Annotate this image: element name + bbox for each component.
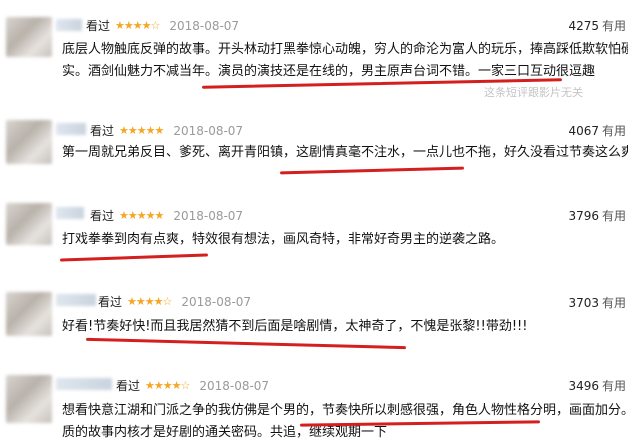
watched-label: 看过 xyxy=(86,19,111,33)
review-line: 底层人物触底反弹的故事。开头林动打黑拳惊心动魄，穷人的命沦为富人的玩乐，捧高踩低… xyxy=(62,42,628,57)
avatar[interactable] xyxy=(6,292,52,336)
watched-label: 看过 xyxy=(90,124,115,138)
useful-button[interactable]: 3703 有用 xyxy=(568,294,626,311)
watermark-text: 这条短评跟影片无关 xyxy=(484,86,583,99)
rating-stars: ★★★★★ xyxy=(119,209,164,222)
watched-label: 看过 xyxy=(116,379,141,393)
avatar[interactable] xyxy=(6,375,52,423)
review-date: 2018-08-07 xyxy=(169,18,240,33)
watched-label: 看过 xyxy=(98,295,123,309)
useful-count: 3703 xyxy=(568,295,599,310)
useful-button[interactable]: 4067 有用 xyxy=(568,122,626,139)
review-date: 2018-08-07 xyxy=(173,123,244,138)
username[interactable] xyxy=(56,294,96,306)
useful-button[interactable]: 3496 有用 xyxy=(568,377,626,394)
avatar[interactable] xyxy=(6,17,52,57)
username[interactable] xyxy=(56,123,86,135)
review-item: 看过 ★★★★★ 2018-08-07 4067 有用 第一周就兄弟反目、爹死、… xyxy=(0,100,640,180)
review-date: 2018-08-07 xyxy=(199,378,270,393)
useful-label: 有用 xyxy=(601,124,626,138)
avatar[interactable] xyxy=(6,120,52,164)
review-text: 想看快意江湖和门派之争的我仿佛是个男的，节奏快所以刺感很强，角色人物性格分明，画… xyxy=(62,400,628,444)
rating-stars: ★★★★☆ xyxy=(145,379,190,392)
review-item: 看过 ★★★★★ 2018-08-07 3796 有用 打戏拳拳到肉有点爽，特效… xyxy=(0,185,640,275)
useful-button[interactable]: 3796 有用 xyxy=(568,207,626,224)
rating-stars: ★★★★☆ xyxy=(115,19,160,32)
review-item: 看过 ★★★★☆ 2018-08-07 3703 有用 好看!节奏好快!而且我居… xyxy=(0,280,640,360)
review-line: 打戏拳拳到肉有点爽，特效很有想法，画风奇特，非常好奇男主的逆袭之路。 xyxy=(62,232,505,247)
username[interactable] xyxy=(56,207,84,219)
review-line: 好看!节奏好快!而且我居然猜不到后面是啥剧情，太神奇了，不愧是张黎!!带劲!!! xyxy=(62,319,528,334)
review-date: 2018-08-07 xyxy=(181,294,252,309)
review-line: 第一周就兄弟反目、爹死、离开青阳镇，这剧情真毫不注水，一点儿也不拖，好久没看过节… xyxy=(62,145,628,160)
watched-label: 看过 xyxy=(90,209,115,223)
useful-label: 有用 xyxy=(601,209,626,223)
username[interactable] xyxy=(56,19,82,31)
username[interactable] xyxy=(56,378,112,390)
rating-stars: ★★★★★ xyxy=(119,124,164,137)
useful-count: 4275 xyxy=(568,18,599,33)
useful-count: 4067 xyxy=(568,123,599,138)
review-text: 好看!节奏好快!而且我居然猜不到后面是啥剧情，太神奇了，不愧是张黎!!带劲!!! xyxy=(62,316,628,338)
review-line: 想看快意江湖和门派之争的我仿佛是个男的，节奏快所以刺感很强，角色人物性格分明，画… xyxy=(62,403,628,418)
review-date: 2018-08-07 xyxy=(173,208,244,223)
review-item: 看过 ★★★★☆ 2018-08-07 3496 有用 想看快意江湖和门派之争的… xyxy=(0,365,640,440)
highlight-underline xyxy=(86,337,406,350)
avatar[interactable] xyxy=(6,203,52,245)
useful-count: 3496 xyxy=(568,378,599,393)
review-item: 看过 ★★★★☆ 2018-08-07 4275 有用 底层人物触底反弹的故事。… xyxy=(0,0,640,100)
useful-button[interactable]: 4275 有用 xyxy=(568,17,626,34)
review-text: 底层人物触底反弹的故事。开头林动打黑拳惊心动魄，穷人的命沦为富人的玩乐，捧高踩低… xyxy=(62,39,628,83)
highlight-underline xyxy=(59,253,209,262)
rating-stars: ★★★★☆ xyxy=(127,295,172,308)
useful-label: 有用 xyxy=(601,379,626,393)
highlight-underline xyxy=(279,166,465,175)
review-text: 第一周就兄弟反目、爹死、离开青阳镇，这剧情真毫不注水，一点儿也不拖，好久没看过节… xyxy=(62,142,628,164)
review-text: 打戏拳拳到肉有点爽，特效很有想法，画风奇特，非常好奇男主的逆袭之路。 xyxy=(62,229,628,251)
useful-label: 有用 xyxy=(601,296,626,310)
useful-label: 有用 xyxy=(601,19,626,33)
useful-count: 3796 xyxy=(568,208,599,223)
